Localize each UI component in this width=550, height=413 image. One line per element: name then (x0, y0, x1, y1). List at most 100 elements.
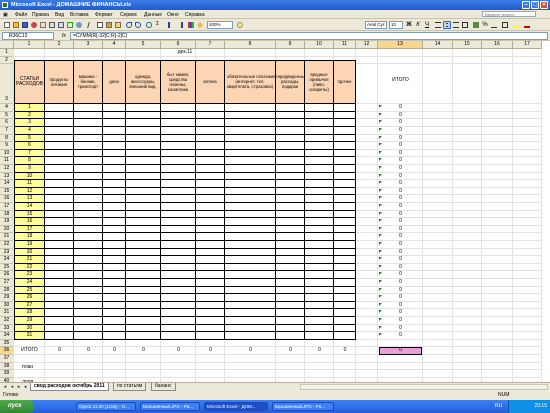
expense-cell[interactable] (126, 134, 161, 143)
expense-cell[interactable] (225, 218, 276, 226)
row-header[interactable]: 17 (0, 203, 14, 211)
expense-cell[interactable] (225, 134, 276, 143)
expense-cell[interactable] (161, 142, 196, 150)
expense-cell[interactable] (126, 324, 161, 333)
expense-cell[interactable] (334, 294, 356, 302)
expense-cell[interactable] (196, 134, 225, 143)
expense-cell[interactable] (334, 127, 356, 135)
row-header[interactable]: 13 (0, 172, 14, 181)
expense-cell[interactable] (126, 225, 161, 234)
expense-cell[interactable] (225, 233, 276, 241)
minimize-button[interactable]: – (522, 1, 530, 9)
menu-file[interactable]: Файл (15, 12, 27, 18)
menu-view[interactable]: Вид (55, 12, 64, 18)
column-header[interactable]: 2 (45, 41, 74, 49)
expense-cell[interactable] (74, 111, 103, 120)
expense-cell[interactable] (305, 187, 334, 196)
expense-cell[interactable] (276, 324, 305, 333)
expense-cell[interactable] (103, 149, 126, 158)
expense-cell[interactable] (334, 111, 356, 120)
expense-cell[interactable] (196, 294, 225, 302)
expense-cell[interactable] (126, 256, 161, 264)
expense-cell[interactable] (334, 241, 356, 249)
expense-cell[interactable] (276, 286, 305, 295)
expense-cell[interactable] (74, 218, 103, 226)
row-header[interactable]: 20 (0, 225, 14, 234)
menu-insert[interactable]: Вставка (70, 12, 89, 18)
fill-color-icon[interactable] (512, 21, 520, 29)
expense-cell[interactable] (45, 332, 74, 340)
column-total[interactable]: 0 (45, 347, 74, 355)
expense-cell[interactable] (196, 104, 225, 112)
column-header[interactable]: 4 (103, 41, 126, 49)
row-header[interactable]: 39 (0, 370, 14, 378)
expense-cell[interactable] (126, 286, 161, 295)
expense-cell[interactable] (196, 127, 225, 135)
drawing-icon[interactable] (196, 21, 204, 29)
expense-cell[interactable] (276, 241, 305, 249)
expense-cell[interactable] (225, 127, 276, 135)
expense-cell[interactable] (126, 187, 161, 196)
expense-cell[interactable] (45, 286, 74, 295)
expense-cell[interactable] (74, 279, 103, 287)
cut-icon[interactable] (87, 21, 95, 29)
expense-cell[interactable] (305, 263, 334, 272)
expense-cell[interactable] (161, 127, 196, 135)
expense-cell[interactable] (74, 248, 103, 257)
expense-cell[interactable] (334, 218, 356, 226)
expense-cell[interactable] (334, 332, 356, 340)
row-total[interactable]: 0 (378, 211, 423, 219)
expense-cell[interactable] (126, 195, 161, 203)
expense-cell[interactable] (103, 263, 126, 272)
expense-cell[interactable] (45, 165, 74, 173)
expense-cell[interactable] (305, 172, 334, 181)
row-header[interactable]: 4 (0, 104, 14, 112)
expense-cell[interactable] (126, 279, 161, 287)
column-total[interactable]: 0 (126, 347, 161, 355)
italic-icon[interactable]: К (414, 21, 422, 29)
expense-cell[interactable] (161, 104, 196, 112)
row-total[interactable]: 0 (378, 233, 423, 241)
expense-cell[interactable] (161, 286, 196, 295)
row-total[interactable]: 0 (378, 302, 423, 310)
menu-data[interactable]: Данные (144, 12, 162, 18)
copy-icon[interactable] (96, 21, 104, 29)
zoom-combo[interactable]: 100% (207, 21, 233, 29)
expense-cell[interactable] (276, 317, 305, 325)
expense-cell[interactable] (74, 187, 103, 196)
expense-cell[interactable] (276, 309, 305, 317)
expense-cell[interactable] (225, 256, 276, 264)
expense-cell[interactable] (126, 301, 161, 310)
expense-cell[interactable] (103, 119, 126, 127)
expense-cell[interactable] (305, 157, 334, 165)
row-header[interactable]: 38 (0, 362, 14, 371)
expense-cell[interactable] (305, 142, 334, 150)
expense-cell[interactable] (334, 142, 356, 150)
tab-svod-raskhodov[interactable]: свод расходов октябрь 2011 (30, 383, 109, 391)
expense-cell[interactable] (196, 142, 225, 150)
help-icon[interactable] (236, 21, 244, 29)
expense-cell[interactable] (161, 271, 196, 279)
close-button[interactable]: × (540, 1, 548, 9)
expense-cell[interactable] (196, 210, 225, 219)
row-header[interactable]: 6 (0, 119, 14, 127)
redo-icon[interactable] (134, 21, 142, 29)
paste-icon[interactable] (105, 21, 113, 29)
expense-cell[interactable] (334, 248, 356, 257)
sort-ascending-icon[interactable] (167, 21, 175, 29)
row-header[interactable]: 11 (0, 157, 14, 165)
expense-cell[interactable] (74, 286, 103, 295)
row-total[interactable]: 0 (378, 173, 423, 181)
expense-cell[interactable] (74, 142, 103, 150)
row-total[interactable]: 0 (378, 165, 423, 173)
expense-cell[interactable] (45, 134, 74, 143)
expense-cell[interactable] (334, 286, 356, 295)
expense-cell[interactable] (305, 165, 334, 173)
row-header[interactable]: 18 (0, 210, 14, 219)
expense-cell[interactable] (45, 172, 74, 181)
expense-cell[interactable] (161, 324, 196, 333)
font-size-select[interactable]: 10 (389, 21, 403, 29)
expense-cell[interactable] (334, 203, 356, 211)
expense-cell[interactable] (161, 225, 196, 234)
expense-cell[interactable] (74, 317, 103, 325)
